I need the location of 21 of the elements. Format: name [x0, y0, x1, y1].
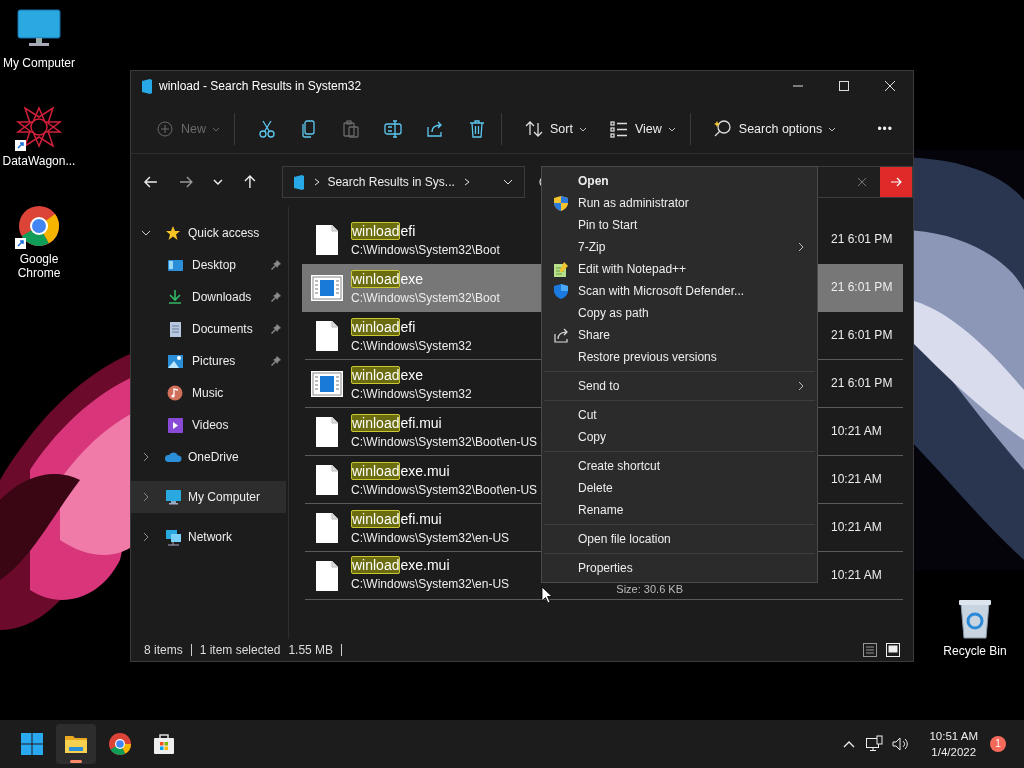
- file-path: C:\Windows\System32\en-US: [351, 531, 510, 545]
- item-count: 8 items: [144, 643, 183, 657]
- file-path: C:\Windows\System32: [351, 339, 472, 353]
- file-path: C:\Windows\System32\Boot\en-US: [351, 435, 538, 449]
- modified-date: 10:21 AM: [831, 424, 883, 438]
- file-path: C:\Windows\System32\Boot: [351, 291, 500, 305]
- modified-date: 21 6:01 PM: [831, 280, 894, 294]
- file-path: C:\Windows\System32: [351, 387, 472, 401]
- file-path: C:\Windows\System32\Boot\en-US: [351, 483, 538, 497]
- modified-date: 21 6:01 PM: [831, 232, 894, 246]
- selection-size: 1.55 MB: [288, 643, 334, 657]
- file-size: Size: 30.6 KB: [616, 582, 683, 595]
- file-path: C:\Windows\System32\en-US: [351, 577, 510, 591]
- modified-date: 21 6:01 PM: [831, 328, 894, 342]
- window-title: winload - Search Results in System32: [159, 79, 362, 93]
- modified-date: 10:21 AM: [831, 472, 883, 486]
- modified-date: 10:21 AM: [831, 568, 883, 582]
- selection-count: 1 item selected: [199, 643, 281, 657]
- file-path: C:\Windows\System32\Boot: [351, 243, 500, 257]
- modified-date: 21 6:01 PM: [831, 376, 894, 390]
- modified-date: 10:21 AM: [831, 520, 883, 534]
